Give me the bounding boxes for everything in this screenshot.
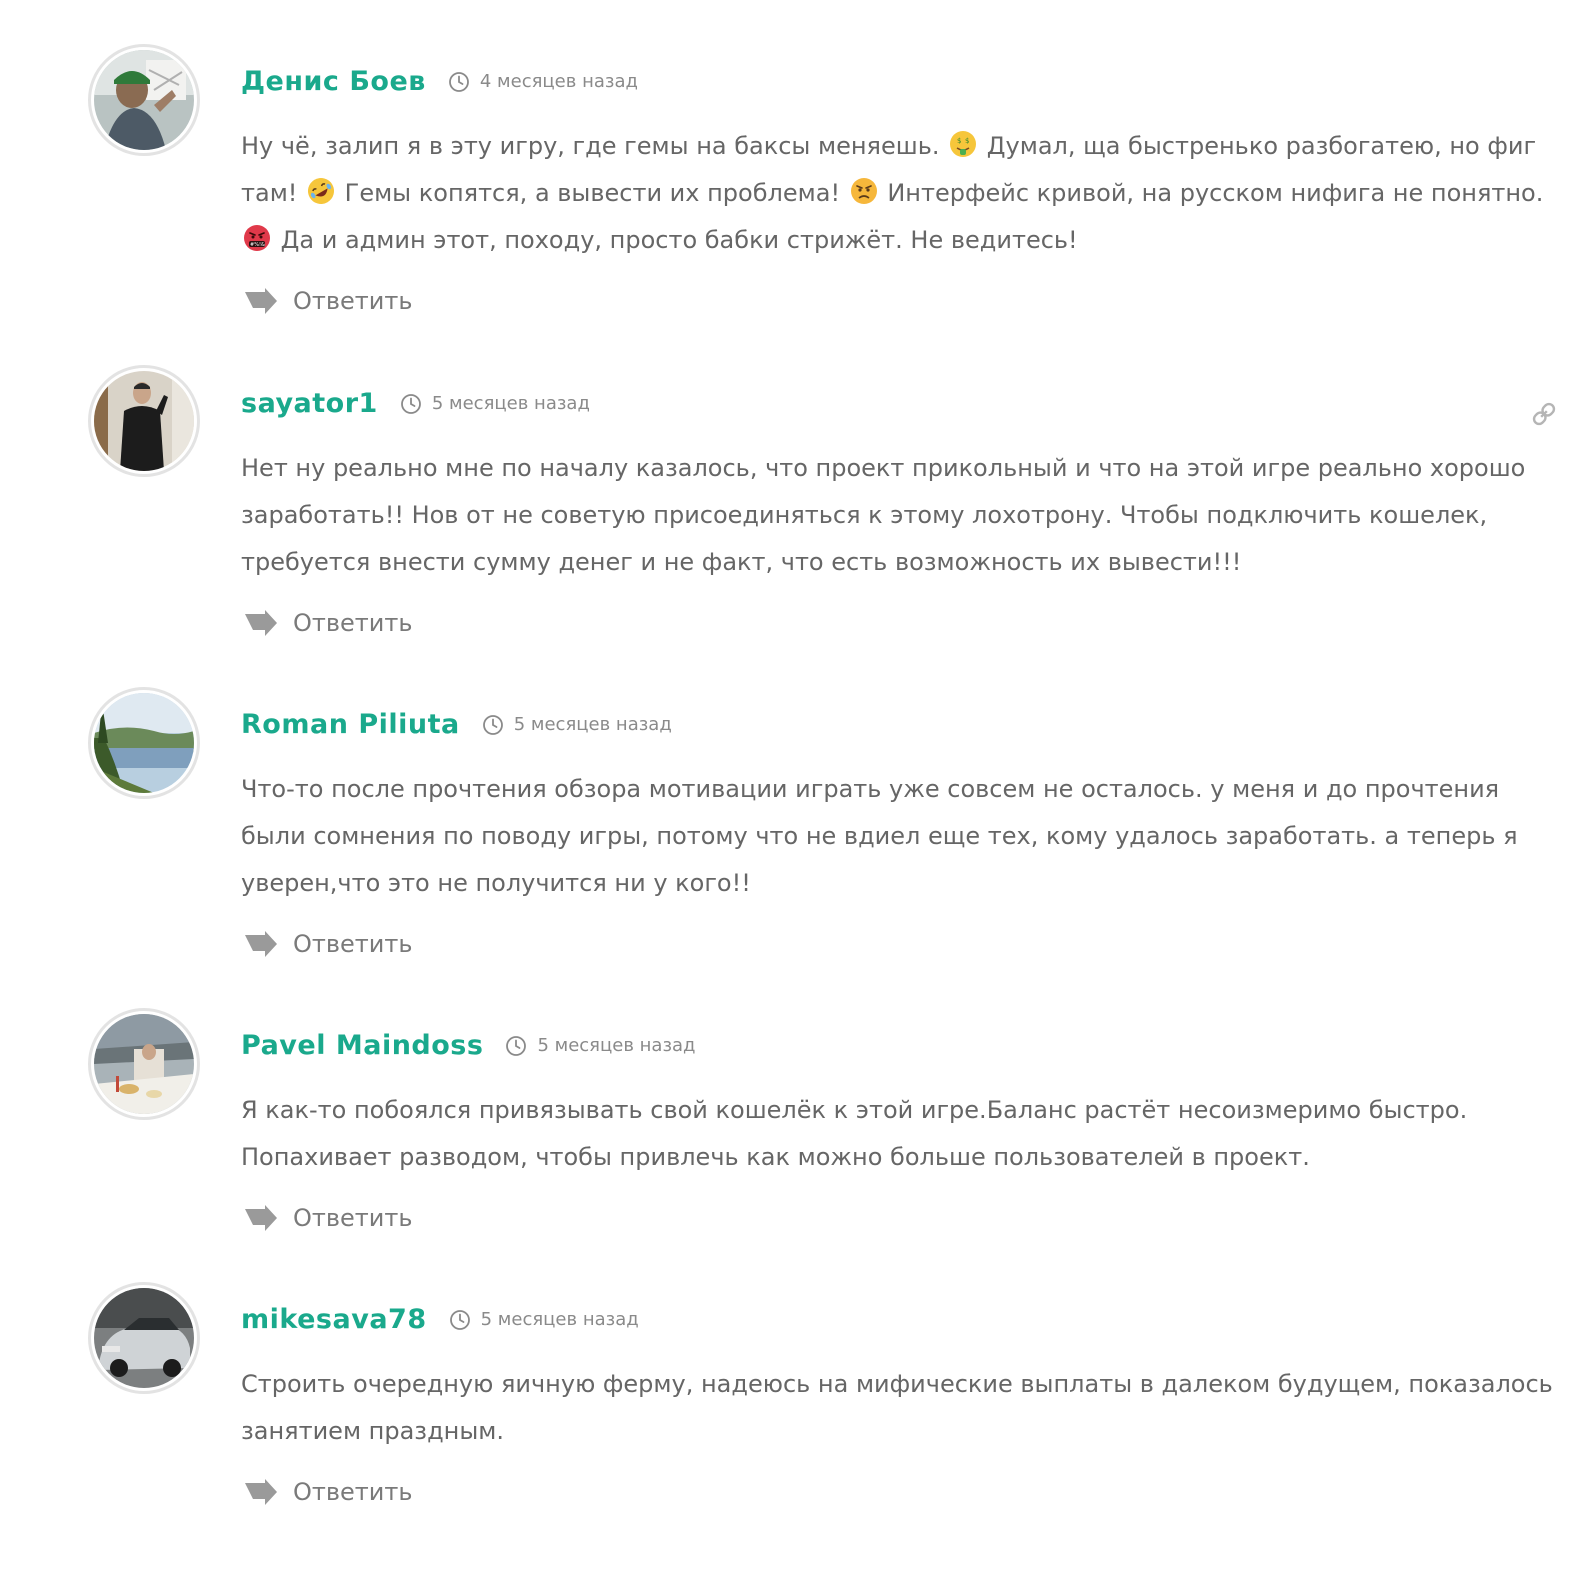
comment-text: Нет ну реально мне по началу казалось, ч…	[241, 454, 1526, 576]
comment-time[interactable]: 4 месяцев назад	[480, 71, 638, 92]
avatar[interactable]	[88, 365, 200, 477]
comment-meta: sayator1 5 месяцев назад	[241, 388, 590, 419]
comment-text-part: Да и админ этот, походу, просто бабки ст…	[273, 226, 1078, 254]
comment-meta: mikesava78 5 месяцев назад	[241, 1304, 639, 1335]
reply-button[interactable]: Ответить	[243, 1478, 412, 1506]
avatar[interactable]	[88, 1008, 200, 1120]
reply-button[interactable]: Ответить	[243, 287, 412, 315]
clock-icon	[482, 714, 504, 736]
reply-arrow-icon	[243, 931, 279, 957]
comment-time[interactable]: 5 месяцев назад	[537, 1035, 695, 1056]
clock-icon	[449, 1309, 471, 1331]
clock-icon	[505, 1035, 527, 1057]
user-avatar-image	[94, 371, 194, 471]
reply-arrow-icon	[243, 288, 279, 314]
comment-author[interactable]: mikesava78	[241, 1304, 427, 1335]
comment-text-part: Ну чё, залип я в эту игру, где гемы на б…	[241, 132, 948, 160]
face-with-symbols-on-mouth-emoji: #%!&	[243, 224, 271, 252]
comment-text-part: Интерфейс кривой, на русском нифига не п…	[879, 179, 1544, 207]
comment-meta: Roman Piliuta 5 месяцев назад	[241, 709, 672, 740]
svg-text:$: $	[965, 137, 969, 145]
avatar[interactable]	[88, 44, 200, 156]
comment-text: Что-то после прочтения обзора мотивации …	[241, 775, 1518, 897]
reply-arrow-icon	[243, 1479, 279, 1505]
reply-button[interactable]: Ответить	[243, 930, 412, 958]
reply-arrow-icon	[243, 1205, 279, 1231]
reply-label: Ответить	[293, 609, 413, 637]
money-mouth-face-emoji: $ $	[949, 130, 977, 158]
reply-label: Ответить	[293, 1478, 413, 1506]
clock-icon	[400, 393, 422, 415]
reply-button[interactable]: Ответить	[243, 609, 412, 637]
avatar[interactable]	[88, 687, 200, 799]
reply-arrow-icon	[243, 610, 279, 636]
svg-text:#%!&: #%!&	[250, 242, 265, 248]
comment-author[interactable]: Денис Боев	[241, 66, 426, 97]
user-avatar-image	[94, 693, 194, 793]
comment-meta: Pavel Maindoss 5 месяцев назад	[241, 1030, 696, 1061]
avatar[interactable]	[88, 1282, 200, 1394]
comment-text: Строить очередную яичную ферму, надеюсь …	[241, 1370, 1553, 1445]
link-icon[interactable]	[1530, 400, 1558, 428]
reply-label: Ответить	[293, 930, 413, 958]
comment-author[interactable]: sayator1	[241, 388, 378, 419]
comment-text-part: Гемы копятся, а вывести их проблема!	[337, 179, 848, 207]
user-avatar-image	[94, 50, 194, 150]
comment-time[interactable]: 5 месяцев назад	[481, 1309, 639, 1330]
user-avatar-image	[94, 1288, 194, 1388]
comment-text: Я как-то побоялся привязывать свой кошел…	[241, 1096, 1468, 1171]
comment-time[interactable]: 5 месяцев назад	[514, 714, 672, 735]
reply-button[interactable]: Ответить	[243, 1204, 412, 1232]
user-avatar-image	[94, 1014, 194, 1114]
comment-author[interactable]: Pavel Maindoss	[241, 1030, 483, 1061]
comment-meta: Денис Боев 4 месяцев назад	[241, 66, 638, 97]
comment-author[interactable]: Roman Piliuta	[241, 709, 460, 740]
reply-label: Ответить	[293, 1204, 413, 1232]
angry-face-emoji	[850, 177, 878, 205]
comment-text: Ну чё, залип я в эту игру, где гемы на б…	[241, 123, 1561, 264]
rolling-on-floor-laughing-emoji	[307, 177, 335, 205]
clock-icon	[448, 71, 470, 93]
reply-label: Ответить	[293, 287, 413, 315]
svg-text:$: $	[957, 137, 961, 145]
comment-time[interactable]: 5 месяцев назад	[432, 393, 590, 414]
